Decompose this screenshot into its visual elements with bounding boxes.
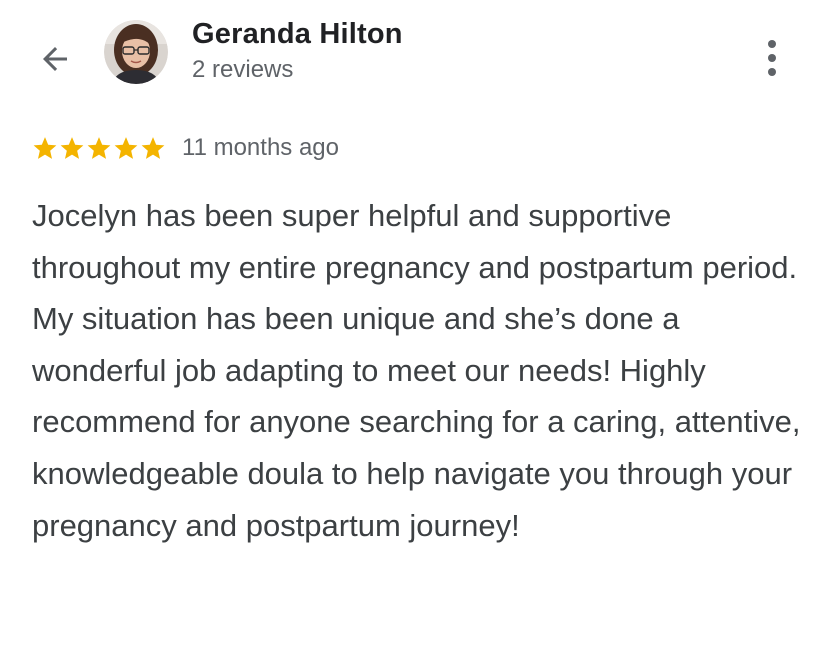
arrow-back-icon (43, 47, 67, 71)
review-date: 11 months ago (182, 134, 339, 161)
rating-row: 11 months ago (32, 132, 339, 164)
avatar[interactable] (104, 20, 168, 84)
reviewer-review-count: 2 reviews (192, 56, 294, 83)
reviewer-name[interactable]: Geranda Hilton (192, 18, 403, 51)
review-text: Jocelyn has been super helpful and suppo… (32, 198, 801, 543)
star-icon (87, 137, 111, 159)
avatar-photo (104, 20, 168, 84)
more-options-button[interactable] (752, 36, 792, 80)
star-icon (141, 137, 165, 159)
star-icon (114, 137, 138, 159)
star-icon (60, 137, 84, 159)
star-rating (32, 135, 166, 161)
back-button[interactable] (30, 34, 80, 84)
star-icon (33, 137, 57, 159)
review-header: Geranda Hilton 2 reviews (0, 0, 828, 110)
more-vert-icon (768, 40, 776, 76)
